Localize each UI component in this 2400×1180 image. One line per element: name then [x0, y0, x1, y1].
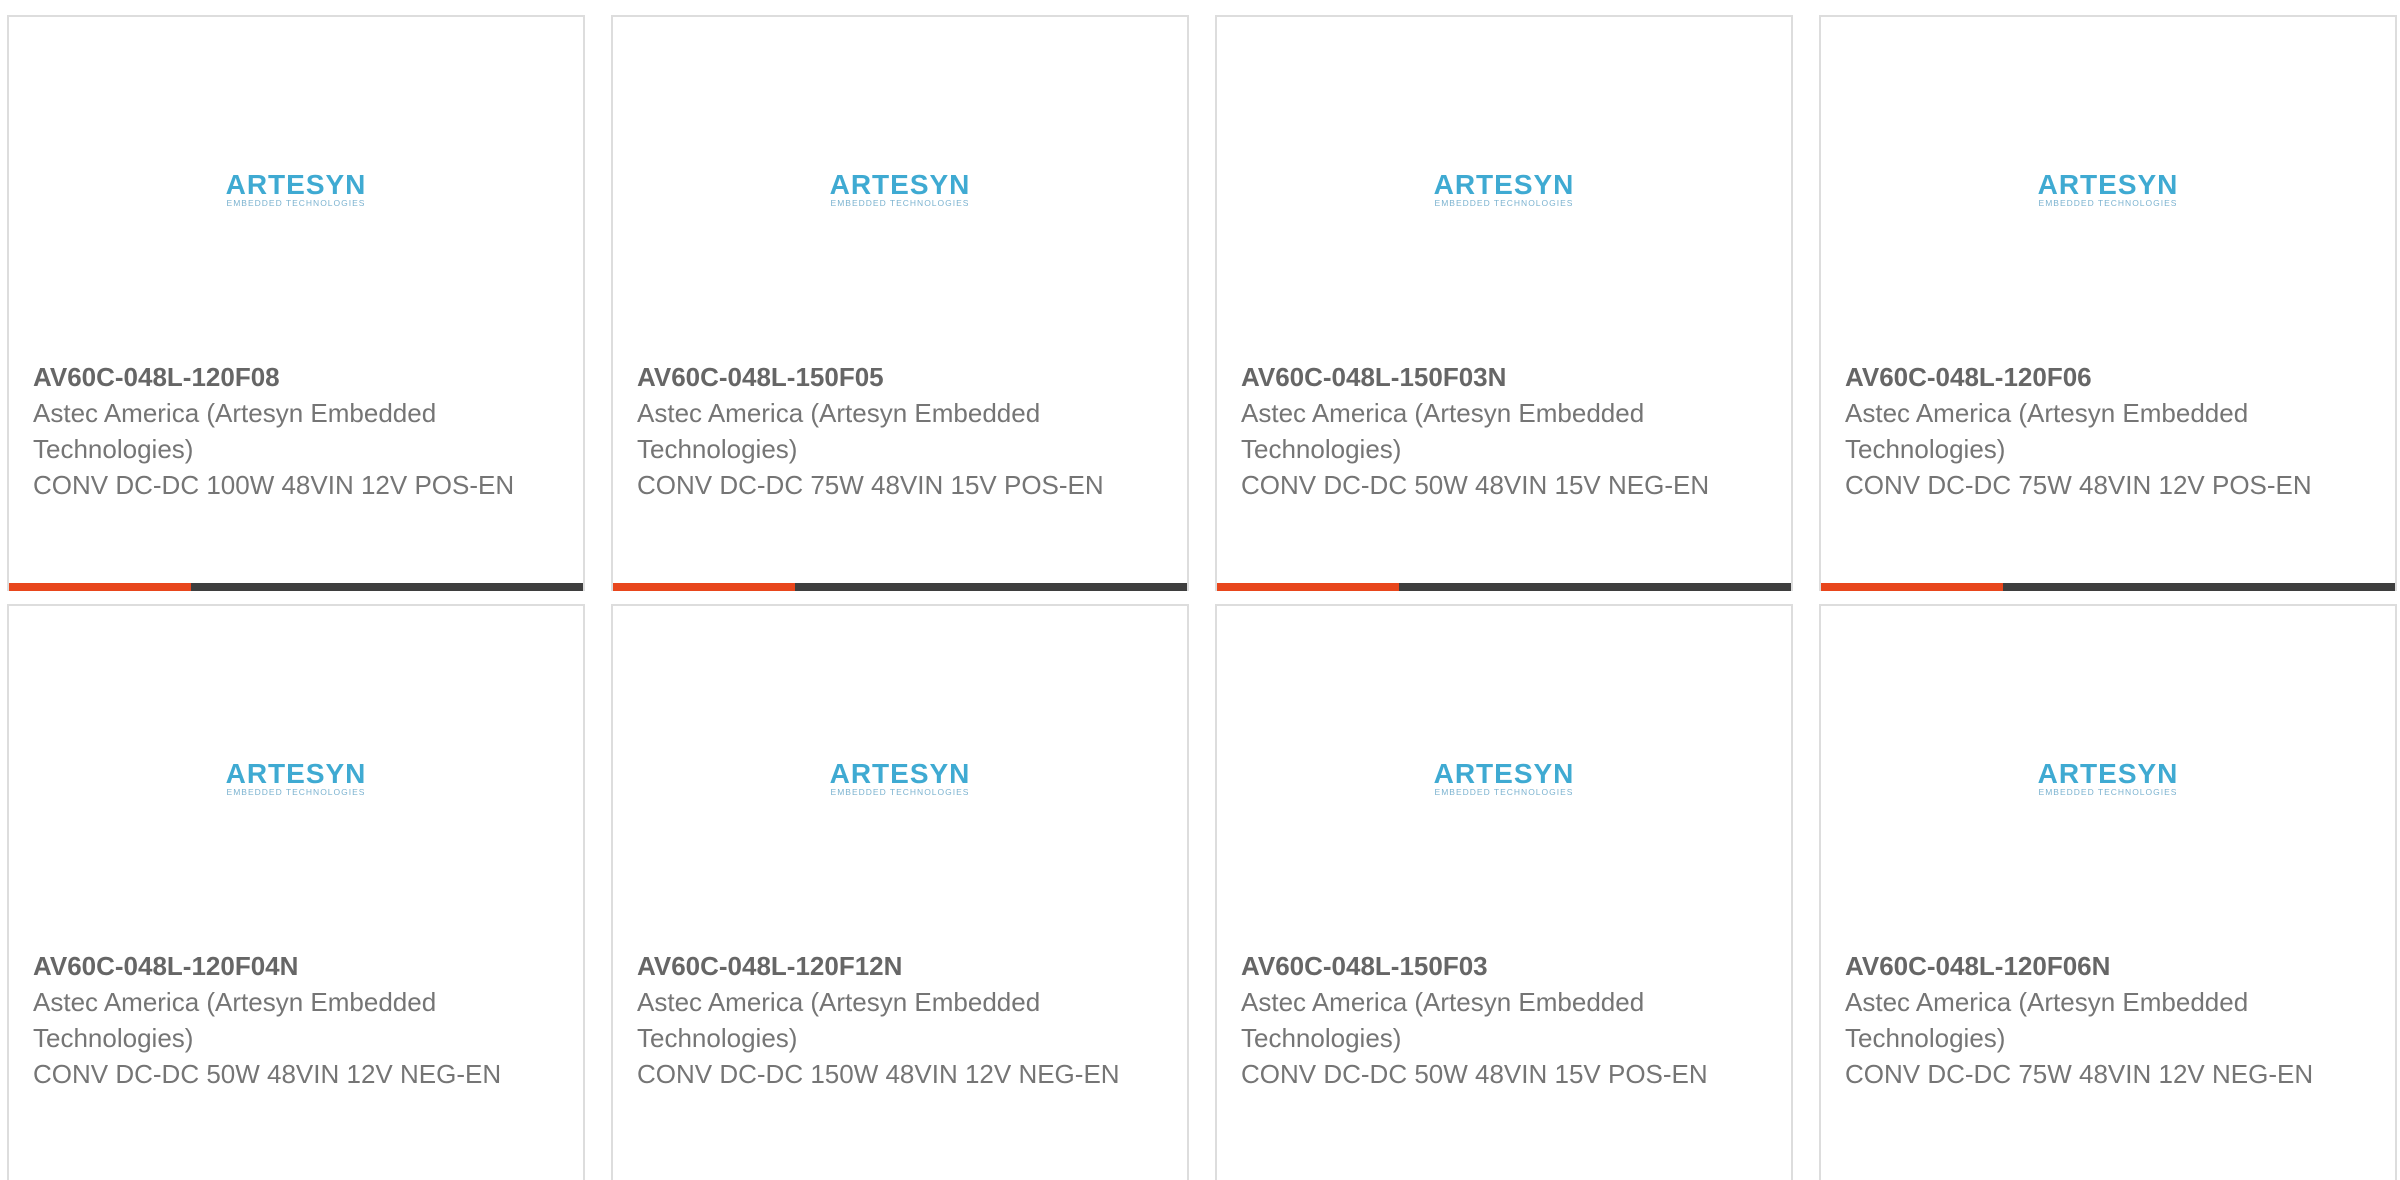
manufacturer-logo: ARTESYN EMBEDDED TECHNOLOGIES	[1434, 759, 1575, 797]
part-number[interactable]: AV60C-048L-150F03	[1241, 948, 1771, 984]
logo-tagline: EMBEDDED TECHNOLOGIES	[1435, 787, 1574, 797]
product-info: AV60C-048L-150F03N Astec America (Artesy…	[1241, 359, 1771, 503]
logo-tagline: EMBEDDED TECHNOLOGIES	[1435, 198, 1574, 208]
product-description: CONV DC-DC 50W 48VIN 15V NEG-EN	[1241, 470, 1710, 500]
manufacturer-name: Astec America (Artesyn Embedded Technolo…	[637, 398, 1041, 464]
product-description: CONV DC-DC 75W 48VIN 15V POS-EN	[637, 470, 1104, 500]
manufacturer-logo: ARTESYN EMBEDDED TECHNOLOGIES	[2038, 170, 2179, 208]
product-card[interactable]: ARTESYN EMBEDDED TECHNOLOGIES AV60C-048L…	[1215, 15, 1793, 591]
product-card[interactable]: ARTESYN EMBEDDED TECHNOLOGIES AV60C-048L…	[1819, 604, 2397, 1180]
logo-tagline: EMBEDDED TECHNOLOGIES	[2039, 198, 2178, 208]
manufacturer-logo: ARTESYN EMBEDDED TECHNOLOGIES	[830, 170, 971, 208]
dark-segment	[2003, 583, 2395, 591]
dark-segment	[1399, 583, 1791, 591]
logo-wordmark: ARTESYN	[2038, 170, 2179, 200]
card-accent-bar	[613, 583, 1187, 591]
product-card[interactable]: ARTESYN EMBEDDED TECHNOLOGIES AV60C-048L…	[7, 15, 585, 591]
product-description: CONV DC-DC 75W 48VIN 12V POS-EN	[1845, 470, 2312, 500]
logo-container: ARTESYN EMBEDDED TECHNOLOGIES	[9, 165, 583, 215]
manufacturer-name: Astec America (Artesyn Embedded Technolo…	[33, 398, 437, 464]
product-description: CONV DC-DC 50W 48VIN 15V POS-EN	[1241, 1059, 1708, 1089]
product-card[interactable]: ARTESYN EMBEDDED TECHNOLOGIES AV60C-048L…	[7, 604, 585, 1180]
product-info: AV60C-048L-120F06 Astec America (Artesyn…	[1845, 359, 2375, 503]
dark-segment	[795, 583, 1187, 591]
logo-container: ARTESYN EMBEDDED TECHNOLOGIES	[613, 754, 1187, 804]
product-card[interactable]: ARTESYN EMBEDDED TECHNOLOGIES AV60C-048L…	[1819, 15, 2397, 591]
logo-wordmark: ARTESYN	[226, 759, 367, 789]
logo-wordmark: ARTESYN	[226, 170, 367, 200]
part-number[interactable]: AV60C-048L-150F05	[637, 359, 1167, 395]
product-info: AV60C-048L-150F03 Astec America (Artesyn…	[1241, 948, 1771, 1092]
product-card[interactable]: ARTESYN EMBEDDED TECHNOLOGIES AV60C-048L…	[611, 604, 1189, 1180]
product-card[interactable]: ARTESYN EMBEDDED TECHNOLOGIES AV60C-048L…	[611, 15, 1189, 591]
logo-container: ARTESYN EMBEDDED TECHNOLOGIES	[1217, 754, 1791, 804]
product-description: CONV DC-DC 150W 48VIN 12V NEG-EN	[637, 1059, 1120, 1089]
manufacturer-name: Astec America (Artesyn Embedded Technolo…	[1845, 987, 2249, 1053]
product-grid: ARTESYN EMBEDDED TECHNOLOGIES AV60C-048L…	[7, 15, 2397, 1180]
manufacturer-logo: ARTESYN EMBEDDED TECHNOLOGIES	[2038, 759, 2179, 797]
part-number[interactable]: AV60C-048L-120F04N	[33, 948, 563, 984]
manufacturer-name: Astec America (Artesyn Embedded Technolo…	[1241, 398, 1645, 464]
product-description: CONV DC-DC 100W 48VIN 12V POS-EN	[33, 470, 515, 500]
product-card[interactable]: ARTESYN EMBEDDED TECHNOLOGIES AV60C-048L…	[1215, 604, 1793, 1180]
manufacturer-name: Astec America (Artesyn Embedded Technolo…	[637, 987, 1041, 1053]
logo-wordmark: ARTESYN	[2038, 759, 2179, 789]
accent-segment	[1217, 583, 1399, 591]
logo-container: ARTESYN EMBEDDED TECHNOLOGIES	[613, 165, 1187, 215]
card-accent-bar	[1217, 583, 1791, 591]
logo-wordmark: ARTESYN	[830, 759, 971, 789]
card-accent-bar	[1821, 583, 2395, 591]
part-number[interactable]: AV60C-048L-120F08	[33, 359, 563, 395]
accent-segment	[9, 583, 191, 591]
manufacturer-name: Astec America (Artesyn Embedded Technolo…	[33, 987, 437, 1053]
part-number[interactable]: AV60C-048L-120F06N	[1845, 948, 2375, 984]
product-info: AV60C-048L-120F08 Astec America (Artesyn…	[33, 359, 563, 503]
product-info: AV60C-048L-120F06N Astec America (Artesy…	[1845, 948, 2375, 1092]
part-number[interactable]: AV60C-048L-120F06	[1845, 359, 2375, 395]
product-description: CONV DC-DC 50W 48VIN 12V NEG-EN	[33, 1059, 502, 1089]
manufacturer-logo: ARTESYN EMBEDDED TECHNOLOGIES	[226, 759, 367, 797]
manufacturer-name: Astec America (Artesyn Embedded Technolo…	[1845, 398, 2249, 464]
logo-wordmark: ARTESYN	[1434, 759, 1575, 789]
logo-tagline: EMBEDDED TECHNOLOGIES	[227, 198, 366, 208]
logo-container: ARTESYN EMBEDDED TECHNOLOGIES	[1821, 165, 2395, 215]
manufacturer-logo: ARTESYN EMBEDDED TECHNOLOGIES	[1434, 170, 1575, 208]
logo-tagline: EMBEDDED TECHNOLOGIES	[227, 787, 366, 797]
product-description: CONV DC-DC 75W 48VIN 12V NEG-EN	[1845, 1059, 2314, 1089]
part-number[interactable]: AV60C-048L-120F12N	[637, 948, 1167, 984]
accent-segment	[1821, 583, 2003, 591]
logo-wordmark: ARTESYN	[1434, 170, 1575, 200]
logo-container: ARTESYN EMBEDDED TECHNOLOGIES	[1821, 754, 2395, 804]
accent-segment	[613, 583, 795, 591]
logo-tagline: EMBEDDED TECHNOLOGIES	[831, 198, 970, 208]
logo-container: ARTESYN EMBEDDED TECHNOLOGIES	[9, 754, 583, 804]
logo-tagline: EMBEDDED TECHNOLOGIES	[831, 787, 970, 797]
manufacturer-logo: ARTESYN EMBEDDED TECHNOLOGIES	[830, 759, 971, 797]
product-info: AV60C-048L-150F05 Astec America (Artesyn…	[637, 359, 1167, 503]
manufacturer-logo: ARTESYN EMBEDDED TECHNOLOGIES	[226, 170, 367, 208]
logo-container: ARTESYN EMBEDDED TECHNOLOGIES	[1217, 165, 1791, 215]
logo-wordmark: ARTESYN	[830, 170, 971, 200]
part-number[interactable]: AV60C-048L-150F03N	[1241, 359, 1771, 395]
dark-segment	[191, 583, 583, 591]
manufacturer-name: Astec America (Artesyn Embedded Technolo…	[1241, 987, 1645, 1053]
logo-tagline: EMBEDDED TECHNOLOGIES	[2039, 787, 2178, 797]
card-accent-bar	[9, 583, 583, 591]
product-info: AV60C-048L-120F12N Astec America (Artesy…	[637, 948, 1167, 1092]
product-info: AV60C-048L-120F04N Astec America (Artesy…	[33, 948, 563, 1092]
